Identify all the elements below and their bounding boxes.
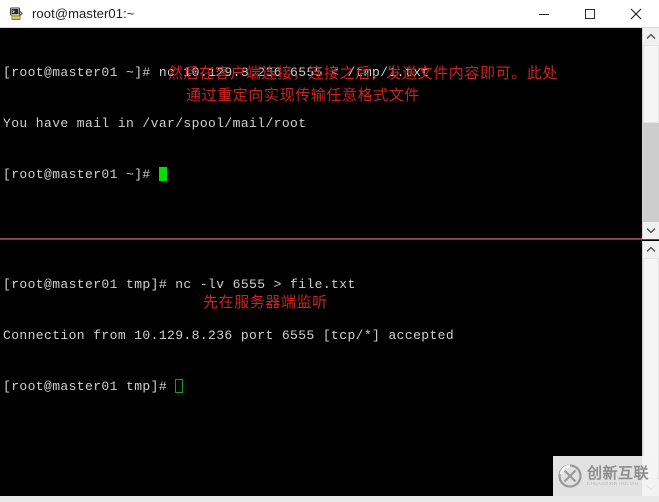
close-button[interactable]: [613, 0, 659, 27]
terminal-line: Connection from 10.129.8.236 port 6555 […: [3, 328, 455, 343]
minimize-button[interactable]: [521, 0, 567, 27]
annotation-client-line2: 通过重定向实现传输任意格式文件: [186, 86, 421, 104]
watermark-subtitle: CHUANGXIN HULIAN: [587, 481, 639, 486]
prompt-text: [root@master01 ~]#: [3, 167, 159, 182]
terminal-line: [root@master01 tmp]# nc -lv 6555 > file.…: [3, 277, 356, 292]
scroll-up-arrow[interactable]: [643, 241, 659, 258]
window-title: root@master01:~: [32, 5, 135, 21]
cursor-block: [158, 167, 167, 181]
terminal-line-with-cursor: [root@master01 tmp]#: [3, 378, 633, 395]
window-bottom-strip: [0, 496, 659, 502]
watermark-text-group: 创新互联 CHUANGXIN HULIAN: [587, 465, 649, 487]
scrollbar-thumb[interactable]: [643, 258, 659, 479]
terminal-line: You have mail in /var/spool/mail/root: [3, 116, 307, 131]
scroll-down-arrow[interactable]: [643, 222, 659, 239]
circle-x-logo: [557, 463, 583, 489]
scroll-up-arrow[interactable]: [643, 28, 659, 45]
annotation-client-line1: 然后在客户端连接，连接之后，发送文件内容即可。此处: [168, 64, 559, 82]
prompt-text: [root@master01 tmp]#: [3, 379, 176, 394]
scrollbar-top-pane[interactable]: [642, 28, 659, 239]
watermark: 创新互联 CHUANGXIN HULIAN: [553, 456, 657, 496]
watermark-title: 创新互联: [587, 464, 650, 482]
terminal-area: [root@master01 ~]# nc 10.129.8.236 6555 …: [0, 28, 659, 496]
cursor-block: [175, 379, 184, 393]
putty-terminal-icon: [8, 6, 24, 22]
terminal-line-with-cursor: [root@master01 ~]#: [3, 166, 633, 183]
terminal-window: root@master01:~ [root@master01 ~]# nc 10…: [0, 0, 659, 502]
server-terminal-output: [root@master01 tmp]# nc -lv 6555 > file.…: [3, 242, 633, 429]
pane-divider: [0, 238, 659, 240]
annotation-server-line1: 先在服务器端监听: [203, 293, 328, 311]
title-bar: root@master01:~: [0, 0, 659, 28]
scrollbar-thumb[interactable]: [643, 45, 659, 123]
scrollbar-track[interactable]: [643, 258, 659, 479]
client-terminal-pane[interactable]: [root@master01 ~]# nc 10.129.8.236 6555 …: [0, 28, 659, 239]
client-terminal-output: [root@master01 ~]# nc 10.129.8.236 6555 …: [3, 30, 633, 217]
maximize-button[interactable]: [567, 0, 613, 27]
scrollbar-track[interactable]: [643, 45, 659, 222]
